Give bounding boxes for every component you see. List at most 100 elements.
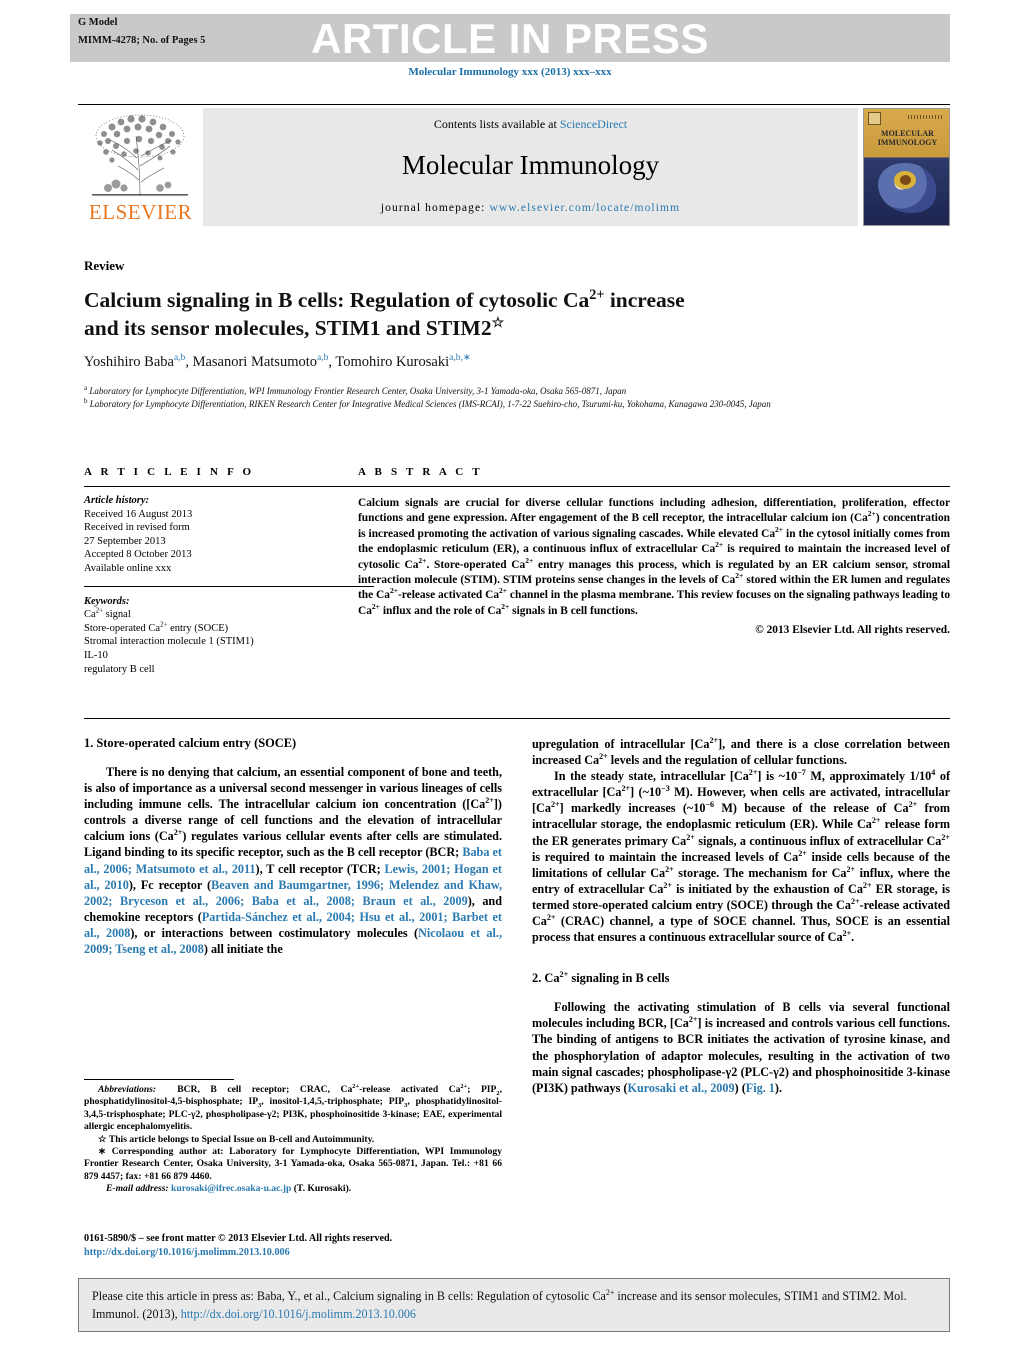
- cover-title: MOLECULAR IMMUNOLOGY: [864, 129, 949, 147]
- section-2-paragraph-1: Following the activating stimulation of …: [532, 1000, 950, 1095]
- article-info-rule: [84, 486, 374, 487]
- body-text-fragment: ), Fc receptor (: [128, 877, 212, 892]
- affiliations: a Laboratory for Lymphocyte Differentiat…: [84, 385, 884, 410]
- issn-line: 0161-5890/$ – see front matter © 2013 El…: [84, 1233, 393, 1244]
- history-item: Available online xxx: [84, 562, 172, 574]
- article-page: G Model MIMM-4278; No. of Pages 5 ARTICL…: [0, 0, 1020, 1351]
- abstract-copyright: © 2013 Elsevier Ltd. All rights reserved…: [755, 624, 950, 637]
- page-title: Calcium signaling in B cells: Regulation…: [84, 286, 854, 342]
- abstract-text: Calcium signals are crucial for diverse …: [358, 497, 951, 617]
- article-type-label: Review: [84, 258, 125, 273]
- section-2-heading-part2: signaling in B cells: [568, 971, 670, 986]
- abstract-heading: A B S T R A C T: [358, 466, 483, 478]
- body-text-fragment: ), T cell receptor (TCR;: [255, 861, 385, 876]
- body-text-fragment: ) all initiate the: [203, 942, 283, 957]
- footnote-separator-rule: [84, 1079, 234, 1080]
- footnotes-block: Abbreviations: BCR, B cell receptor; CRA…: [84, 1082, 502, 1196]
- abbreviations-note: Abbreviations: BCR, B cell receptor; CRA…: [84, 1082, 502, 1133]
- affiliation-b: b Laboratory for Lymphocyte Differentiat…: [84, 397, 884, 411]
- history-item: Received in revised form: [84, 522, 190, 534]
- title-part1: Calcium signaling in B cells: Regulation…: [84, 288, 590, 312]
- homepage-url-link[interactable]: www.elsevier.com/locate/molimm: [489, 202, 680, 214]
- journal-masthead: ELSEVIER Contents lists available at Sci…: [78, 108, 950, 226]
- email-suffix: (T. Kurosaki).: [291, 1183, 352, 1195]
- cite-doi-link[interactable]: http://dx.doi.org/10.1016/j.molimm.2013.…: [181, 1307, 416, 1321]
- right-paragraph-2: In the steady state, intracellular [Ca2+…: [532, 768, 951, 945]
- cite-this-article-text: Please cite this article in press as: Ba…: [92, 1287, 938, 1323]
- contents-panel: Contents lists available at ScienceDirec…: [203, 108, 858, 226]
- title-part2: and its sensor molecules, STIM1 and STIM…: [84, 316, 492, 340]
- cover-title-line1: MOLECULAR: [881, 129, 934, 138]
- author-2-affil-marker[interactable]: a,b: [317, 353, 328, 363]
- keyword-item: regulatory B cell: [84, 663, 155, 675]
- citation-link[interactable]: Kurosaki et al., 2009: [627, 1081, 734, 1095]
- special-issue-note: ☆ This article belongs to Special Issue …: [98, 1133, 375, 1145]
- keywords-label: Keywords:: [84, 595, 130, 607]
- history-item: 27 September 2013: [84, 535, 166, 547]
- email-link[interactable]: kurosaki@ifrec.osaka-u.ac.jp: [171, 1183, 291, 1194]
- cover-publisher-mark-icon: [868, 112, 881, 125]
- affiliation-a-text: Laboratory for Lymphocyte Differentiatio…: [87, 386, 627, 396]
- contents-prefix: Contents lists available at: [433, 117, 560, 131]
- cover-title-line2: IMMUNOLOGY: [877, 138, 938, 147]
- journal-title: Molecular Immunology: [401, 150, 660, 180]
- masthead-top-rule: [78, 104, 950, 105]
- journal-cover-thumbnail: MOLECULAR IMMUNOLOGY: [863, 108, 950, 226]
- body-column-left: 1. Store-operated calcium entry (SOCE) T…: [84, 736, 502, 957]
- keyword-item: Stromal interaction molecule 1 (STIM1): [84, 636, 254, 648]
- cite-text-part1: Please cite this article in press as: Ba…: [92, 1289, 606, 1303]
- cover-protein-core: [900, 175, 911, 185]
- email-note: E-mail address: kurosaki@ifrec.osaka-u.a…: [84, 1183, 502, 1195]
- author-2: , Masanori Matsumoto: [185, 354, 318, 370]
- elsevier-tree-icon: [92, 114, 188, 197]
- history-item: Accepted 8 October 2013: [84, 549, 192, 561]
- article-in-press-text: ARTICLE IN PRESS: [311, 15, 709, 62]
- right-paragraph-1: upregulation of intracellular [Ca2+], an…: [532, 735, 950, 768]
- issn-block: 0161-5890/$ – see front matter © 2013 El…: [84, 1232, 514, 1260]
- section-2-heading-superscript: 2+: [559, 970, 569, 980]
- abbreviations-label: Abbreviations:: [98, 1084, 157, 1095]
- section-2-heading-part1: 2. Ca: [532, 971, 560, 986]
- cite-this-article-box: Please cite this article in press as: Ba…: [78, 1278, 950, 1332]
- contents-available-line: Contents lists available at ScienceDirec…: [203, 117, 858, 132]
- section-1-heading: 1. Store-operated calcium entry (SOCE): [84, 736, 297, 750]
- abstract-column: A B S T R A C T Calcium signals are cruc…: [358, 466, 950, 636]
- keyword-item: Ca2+ signal: [84, 607, 131, 621]
- author-list: Yoshihiro Babaa,b, Masanori Matsumotoa,b…: [84, 352, 884, 372]
- title-part1b: increase: [604, 288, 685, 312]
- issn-doi-link[interactable]: http://dx.doi.org/10.1016/j.molimm.2013.…: [84, 1246, 514, 1260]
- keyword-item: IL-10: [84, 649, 108, 661]
- section-2-heading: 2. Ca2+ signaling in B cells: [532, 971, 950, 986]
- elsevier-logo: ELSEVIER: [78, 108, 203, 226]
- body-text-fragment: ) (: [734, 1080, 746, 1095]
- elsevier-wordmark: ELSEVIER: [88, 200, 193, 224]
- email-label: E-mail address:: [106, 1183, 169, 1195]
- section-1-paragraph-1: There is no denying that calcium, an ess…: [84, 765, 503, 957]
- author-1-affil-marker[interactable]: a,b: [174, 353, 185, 363]
- sciencedirect-link[interactable]: ScienceDirect: [560, 117, 627, 131]
- keyword-item: Store-operated Ca2+ entry (SOCE): [84, 621, 229, 634]
- article-info-column: A R T I C L E I N F O Article history: R…: [84, 466, 374, 676]
- author-1: Yoshihiro Baba: [84, 354, 174, 370]
- title-footnote-star[interactable]: ☆: [492, 315, 505, 331]
- figure-link[interactable]: Fig. 1: [746, 1081, 775, 1095]
- abstract-rule: [358, 486, 950, 487]
- cover-barcode-icon: [908, 115, 944, 119]
- author-3: , Tomohiro Kurosaki: [328, 354, 450, 370]
- article-history-label: Article history:: [84, 495, 150, 506]
- homepage-label: journal homepage:: [380, 202, 490, 214]
- affiliation-a: a Laboratory for Lymphocyte Differentiat…: [84, 385, 884, 398]
- keywords-block: Keywords: Ca2+ signal Store-operated Ca2…: [84, 595, 374, 677]
- body-text-fragment: ), or interactions between costimulatory…: [130, 925, 419, 940]
- journal-homepage-line: journal homepage: www.elsevier.com/locat…: [203, 202, 858, 214]
- author-3-affil-marker[interactable]: a,b,∗: [449, 353, 471, 363]
- body-separator-rule: [84, 718, 950, 719]
- journal-reference-line: Molecular Immunology xxx (2013) xxx–xxx: [408, 66, 612, 78]
- corresponding-author-note: ∗ Corresponding author at: Laboratory fo…: [84, 1146, 502, 1182]
- keywords-rule: [84, 585, 374, 587]
- history-item: Received 16 August 2013: [84, 508, 193, 520]
- title-superscript: 2+: [589, 286, 605, 303]
- article-history: Article history: Received 16 August 2013…: [84, 494, 374, 576]
- body-text-fragment: ).: [774, 1080, 782, 1095]
- article-info-heading: A R T I C L E I N F O: [84, 466, 255, 478]
